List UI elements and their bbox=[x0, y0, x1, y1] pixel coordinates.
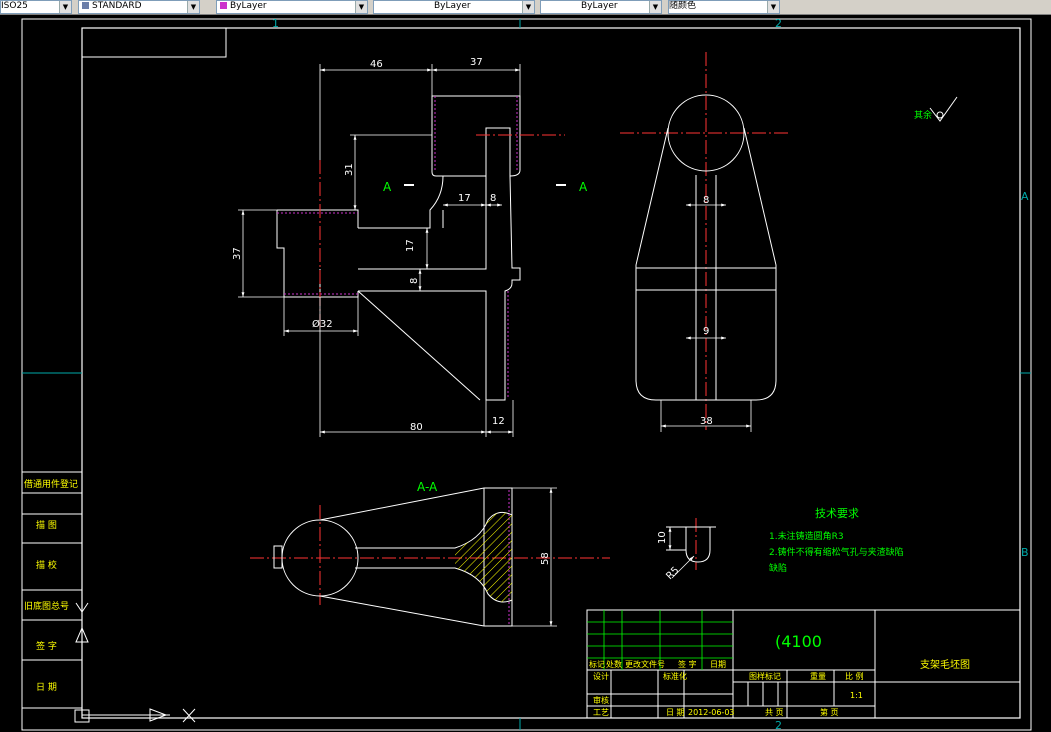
chevron-down-icon: ▼ bbox=[649, 1, 661, 13]
dim-38: 38 bbox=[700, 416, 713, 427]
stage-label: 图样标记 bbox=[749, 671, 781, 681]
chevron-down-icon: ▼ bbox=[355, 1, 367, 13]
front-view-dimensions bbox=[238, 64, 521, 437]
scale-label: 比 例 bbox=[845, 671, 864, 681]
process-label: 工艺 bbox=[593, 708, 609, 717]
tech-requirement-3: 缺陷 bbox=[769, 562, 787, 574]
weight-label: 重量 bbox=[810, 671, 826, 681]
review-label: 审核 bbox=[593, 695, 609, 705]
drawing-canvas[interactable]: 1 2 A B 2 借通用件登记 描 图 描 校 旧底图总号 签 字 日 期 4… bbox=[0, 14, 1051, 732]
tech-requirement-2: 2.铸件不得有缩松气孔与夹渣缺陷 bbox=[769, 546, 904, 558]
chevron-down-icon: ▼ bbox=[767, 1, 779, 13]
scale-value: 1:1 bbox=[850, 691, 863, 700]
linetype-value: ByLayer bbox=[434, 1, 471, 11]
dim-80: 80 bbox=[410, 422, 423, 433]
dimension-style-value: ISO25 bbox=[1, 1, 28, 11]
dim-12: 12 bbox=[492, 416, 505, 427]
lineweight-dropdown[interactable]: ByLayer ▼ bbox=[540, 0, 662, 14]
ucs-icon bbox=[74, 600, 196, 723]
plotstyle-dropdown[interactable]: 随颜色 ▼ bbox=[668, 0, 780, 14]
chevron-down-icon: ▼ bbox=[522, 1, 534, 13]
part-name: 支架毛坯图 bbox=[920, 659, 970, 671]
color-swatch bbox=[220, 2, 227, 9]
color-value: ByLayer bbox=[230, 1, 267, 11]
dim-diameter-32: Ø32 bbox=[312, 318, 333, 330]
thread-lines bbox=[277, 96, 518, 397]
zone-b-right: B bbox=[1021, 546, 1029, 559]
left-col-cell-6: 日 期 bbox=[36, 682, 57, 693]
standardization-label: 标准化 bbox=[663, 671, 687, 681]
design-label: 设计 bbox=[593, 671, 609, 681]
zone-2-bottom: 2 bbox=[775, 719, 782, 732]
dim-9-side: 9 bbox=[703, 326, 709, 337]
tech-requirement-1: 1.未注铸造圆角R3 bbox=[769, 530, 844, 542]
color-dropdown[interactable]: ByLayer ▼ bbox=[216, 0, 368, 14]
dim-58: 58 bbox=[540, 552, 551, 565]
left-col-cell-3: 描 校 bbox=[36, 559, 57, 571]
section-mark-a-right: A bbox=[579, 180, 588, 194]
text-style-dropdown[interactable]: STANDARD ▼ bbox=[78, 0, 200, 14]
row-label-count: 处数 bbox=[606, 659, 622, 669]
row-label-date: 日期 bbox=[710, 660, 726, 669]
roughness-note: 其余 bbox=[914, 109, 932, 121]
sheet-number: 第 页 bbox=[820, 707, 839, 717]
chevron-down-icon: ▼ bbox=[59, 1, 71, 13]
left-registration-column bbox=[21, 471, 83, 709]
front-view bbox=[276, 95, 521, 401]
left-col-cell-1: 借通用件登记 bbox=[24, 478, 78, 490]
tech-requirements-title: 技术要求 bbox=[815, 507, 859, 520]
section-title-a-a: A-A bbox=[417, 480, 438, 494]
zone-2-top: 2 bbox=[775, 17, 782, 30]
linetype-dropdown[interactable]: ByLayer ▼ bbox=[373, 0, 535, 14]
drawing-border bbox=[21, 18, 1032, 731]
left-col-cell-4: 旧底图总号 bbox=[24, 600, 69, 612]
row-label-mark: 标记 bbox=[589, 659, 605, 669]
date-value: 2012-06-03 bbox=[688, 708, 735, 717]
date-label: 日 期 bbox=[666, 708, 685, 717]
dim-17-vertical: 17 bbox=[405, 239, 416, 252]
chevron-down-icon: ▼ bbox=[187, 1, 199, 13]
zone-a-right: A bbox=[1021, 190, 1029, 203]
lineweight-value: ByLayer bbox=[581, 1, 618, 11]
dim-37-left: 37 bbox=[232, 247, 243, 260]
row-label-change-doc: 更改文件号 bbox=[625, 659, 665, 669]
dimension-style-dropdown[interactable]: ISO25 ▼ bbox=[0, 0, 72, 14]
roughness-symbol-icon bbox=[929, 96, 958, 122]
dim-37-top: 37 bbox=[470, 57, 483, 68]
left-col-cell-2: 描 图 bbox=[36, 519, 57, 531]
dim-10: 10 bbox=[657, 531, 668, 544]
total-sheets: 共 页 bbox=[765, 708, 784, 717]
style-icon bbox=[82, 2, 89, 9]
zone-1-top: 1 bbox=[272, 17, 279, 30]
dim-8-side: 8 bbox=[703, 195, 709, 206]
plotstyle-value: 随颜色 bbox=[669, 1, 697, 11]
left-col-cell-5: 签 字 bbox=[36, 640, 57, 652]
section-mark-a-left: A bbox=[383, 180, 392, 194]
row-label-signature: 签 字 bbox=[678, 659, 697, 669]
roughness-circle-icon bbox=[936, 111, 944, 119]
dim-31: 31 bbox=[344, 163, 355, 176]
dim-46: 46 bbox=[370, 59, 383, 70]
material-label: (4100 bbox=[775, 632, 822, 651]
text-style-value: STANDARD bbox=[92, 1, 142, 11]
dim-8-horizontal: 8 bbox=[490, 193, 496, 204]
properties-toolbar: ISO25 ▼ STANDARD ▼ ByLayer ▼ ByLayer ▼ ByLay… bbox=[0, 0, 1051, 15]
dim-17-horizontal: 17 bbox=[458, 193, 471, 204]
dim-r5: R5 bbox=[664, 565, 681, 582]
dim-8-vertical: 8 bbox=[409, 278, 420, 284]
